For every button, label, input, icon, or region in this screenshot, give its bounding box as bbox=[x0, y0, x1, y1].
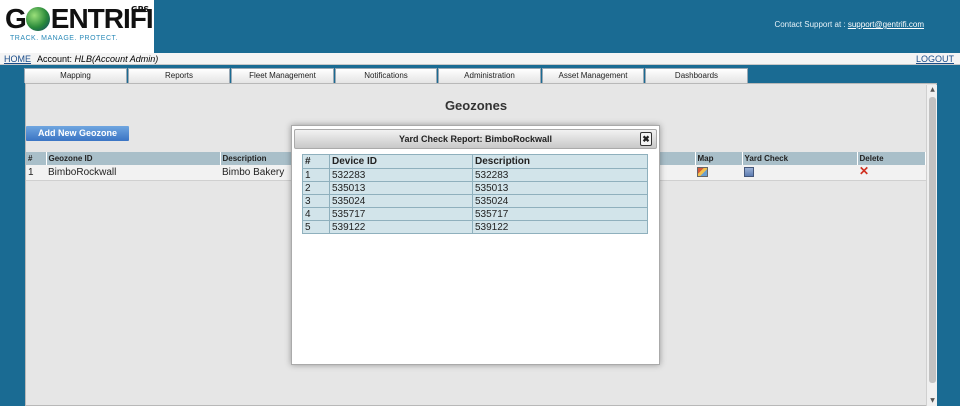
account-label: Account: bbox=[37, 54, 73, 64]
tab-dashboards[interactable]: Dashboards bbox=[645, 68, 748, 83]
tab-administration[interactable]: Administration bbox=[438, 68, 541, 83]
row-device-id: 532283 bbox=[329, 168, 473, 182]
contact-support: Contact Support at : support@gentrifi.co… bbox=[774, 20, 924, 29]
table-header-row: # Device ID Description bbox=[302, 154, 648, 169]
page-scrollbar[interactable]: ▲ ▼ bbox=[926, 85, 937, 406]
col-geozone-id[interactable]: Geozone ID bbox=[46, 152, 221, 165]
logo[interactable]: G ENTRIFI GPS TRACK. MANAGE. PROTECT. bbox=[0, 0, 154, 53]
row-num: 4 bbox=[302, 207, 330, 221]
home-link[interactable]: HOME bbox=[4, 53, 31, 65]
delete-x-icon[interactable]: ✕ bbox=[859, 164, 869, 178]
add-geozone-button[interactable]: Add New Geozone bbox=[26, 126, 129, 141]
col-yard-check: Yard Check bbox=[742, 152, 858, 165]
page-title: Geozones bbox=[444, 98, 508, 113]
yard-check-report-dialog: Yard Check Report: BimboRockwall ✖ # Dev… bbox=[291, 125, 660, 365]
table-row: 5 539122 539122 bbox=[302, 220, 648, 234]
table-row: 1 532283 532283 bbox=[302, 168, 648, 182]
logo-gps: GPS bbox=[131, 5, 150, 14]
table-row: 2 535013 535013 bbox=[302, 181, 648, 195]
row-device-id: 539122 bbox=[329, 220, 473, 234]
row-num: 1 bbox=[26, 165, 46, 181]
row-num: 5 bbox=[302, 220, 330, 234]
dialog-title-bar[interactable]: Yard Check Report: BimboRockwall ✖ bbox=[294, 129, 657, 149]
header: G ENTRIFI GPS TRACK. MANAGE. PROTECT. Con… bbox=[0, 0, 960, 53]
contact-label: Contact Support at : bbox=[774, 20, 846, 29]
row-yard-check bbox=[742, 165, 857, 181]
col-delete: Delete bbox=[857, 152, 926, 165]
col-map: Map bbox=[695, 152, 743, 165]
row-description: 535717 bbox=[472, 207, 648, 221]
support-email-link[interactable]: support@gentrifi.com bbox=[848, 20, 924, 29]
row-device-id: 535013 bbox=[329, 181, 473, 195]
tab-fleet-management[interactable]: Fleet Management bbox=[231, 68, 334, 83]
yard-check-icon[interactable] bbox=[744, 167, 754, 178]
tab-reports[interactable]: Reports bbox=[128, 68, 230, 83]
tab-asset-management[interactable]: Asset Management bbox=[542, 68, 644, 83]
row-description: 535024 bbox=[472, 194, 648, 208]
tab-notifications[interactable]: Notifications bbox=[335, 68, 437, 83]
account-value: HLB(Account Admin) bbox=[74, 54, 159, 64]
row-map bbox=[695, 165, 742, 181]
row-num: 1 bbox=[302, 168, 330, 182]
col-num: # bbox=[26, 152, 47, 165]
row-description: 532283 bbox=[472, 168, 648, 182]
yard-check-table: # Device ID Description 1 532283 532283 … bbox=[302, 154, 648, 234]
scroll-thumb[interactable] bbox=[929, 97, 936, 383]
tab-mapping[interactable]: Mapping bbox=[24, 68, 127, 83]
col-device-id: Device ID bbox=[329, 154, 473, 169]
globe-icon bbox=[25, 7, 50, 31]
row-device-id: 535717 bbox=[329, 207, 473, 221]
row-device-id: 535024 bbox=[329, 194, 473, 208]
table-row: 3 535024 535024 bbox=[302, 194, 648, 208]
close-icon[interactable]: ✖ bbox=[640, 132, 652, 146]
row-num: 3 bbox=[302, 194, 330, 208]
row-description: 539122 bbox=[472, 220, 648, 234]
scroll-up-arrow-icon[interactable]: ▲ bbox=[927, 85, 938, 95]
logo-tagline: TRACK. MANAGE. PROTECT. bbox=[10, 35, 118, 42]
col-description: Description bbox=[472, 154, 648, 169]
row-description: 535013 bbox=[472, 181, 648, 195]
account-bar: HOME Account: HLB(Account Admin) LOGOUT bbox=[0, 53, 960, 65]
map-icon[interactable] bbox=[697, 167, 708, 178]
row-delete: ✕ bbox=[857, 164, 926, 181]
row-num: 2 bbox=[302, 181, 330, 195]
dialog-title: Yard Check Report: BimboRockwall bbox=[398, 134, 553, 144]
account-info: Account: HLB(Account Admin) bbox=[37, 53, 158, 65]
col-num: # bbox=[302, 154, 330, 169]
scroll-down-arrow-icon[interactable]: ▼ bbox=[927, 396, 938, 406]
logo-initial: G bbox=[5, 3, 27, 34]
row-geozone-id[interactable]: BimboRockwall bbox=[46, 165, 220, 181]
table-row: 4 535717 535717 bbox=[302, 207, 648, 221]
logout-link[interactable]: LOGOUT bbox=[916, 53, 954, 65]
